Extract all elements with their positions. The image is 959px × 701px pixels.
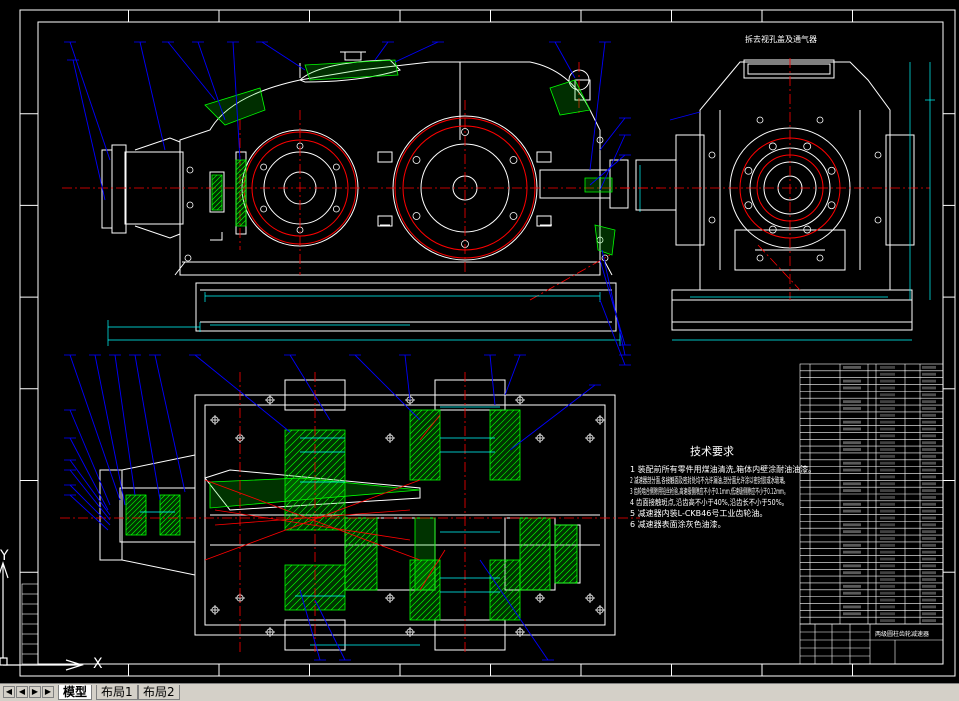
tech-req-item-5: 5 减速器内装L-CKB46号工业齿轮油。 bbox=[630, 508, 767, 518]
drawing-viewport[interactable]: 拆去视孔盖及通气器 技术要求 1 装配前所有零件用煤油清洗,箱体内壁涂耐油油漆。… bbox=[0, 0, 959, 683]
tech-req-item-6: 6 减速器表面涂灰色油漆。 bbox=[630, 519, 726, 529]
tab-model[interactable]: 模型 bbox=[58, 685, 93, 700]
prev-tab-button[interactable]: ◀ bbox=[16, 686, 28, 698]
tech-req-item-1: 1 装配前所有零件用煤油清洗,箱体内壁涂耐油油漆。 bbox=[630, 464, 816, 474]
revision-table bbox=[21, 583, 39, 665]
tab-layout1[interactable]: 布局1 bbox=[96, 685, 138, 700]
technical-requirements: 技术要求 1 装配前所有零件用煤油清洗,箱体内壁涂耐油油漆。 2 减速器剖分面,… bbox=[630, 445, 816, 529]
front-view bbox=[62, 41, 660, 366]
parts-list-table bbox=[799, 363, 944, 625]
layout-tab-bar: ◀ ◀ ▶ ▶ 模型 布局1 布局2 bbox=[0, 683, 959, 701]
top-section-view bbox=[60, 354, 640, 661]
tech-req-item-3: 3 齿轮啮合侧隙用铅丝检验,高速级侧隙应不小于0.1mm,低速级侧隙应不小于0.… bbox=[630, 486, 788, 496]
tech-req-item-4: 4 齿面接触斑点,沿齿高不小于40%,沿齿长不小于50%。 bbox=[630, 497, 788, 507]
first-tab-button[interactable]: ◀ bbox=[3, 686, 15, 698]
tech-req-title: 技术要求 bbox=[690, 445, 734, 458]
side-view-title: 拆去视孔盖及通气器 bbox=[745, 34, 817, 44]
tab-layout2[interactable]: 布局2 bbox=[138, 685, 180, 700]
tech-req-item-2: 2 减速器剖分面,各接触面及密封处均不允许漏油,剖分面允许涂以密封胶或水玻璃。 bbox=[630, 475, 788, 485]
next-tab-button[interactable]: ▶ bbox=[29, 686, 41, 698]
ucs-x-label: X bbox=[93, 656, 103, 672]
title-block: 两级圆柱齿轮减速器 bbox=[799, 623, 944, 665]
ucs-y-label: Y bbox=[0, 548, 9, 564]
last-tab-button[interactable]: ▶ bbox=[42, 686, 54, 698]
side-view: 拆去视孔盖及通气器 bbox=[620, 34, 935, 341]
drawing-title: 两级圆柱齿轮减速器 bbox=[875, 630, 929, 638]
cad-drawing[interactable]: 拆去视孔盖及通气器 技术要求 1 装配前所有零件用煤油清洗,箱体内壁涂耐油油漆。… bbox=[0, 0, 959, 683]
ucs-icon: Y X bbox=[0, 548, 103, 672]
